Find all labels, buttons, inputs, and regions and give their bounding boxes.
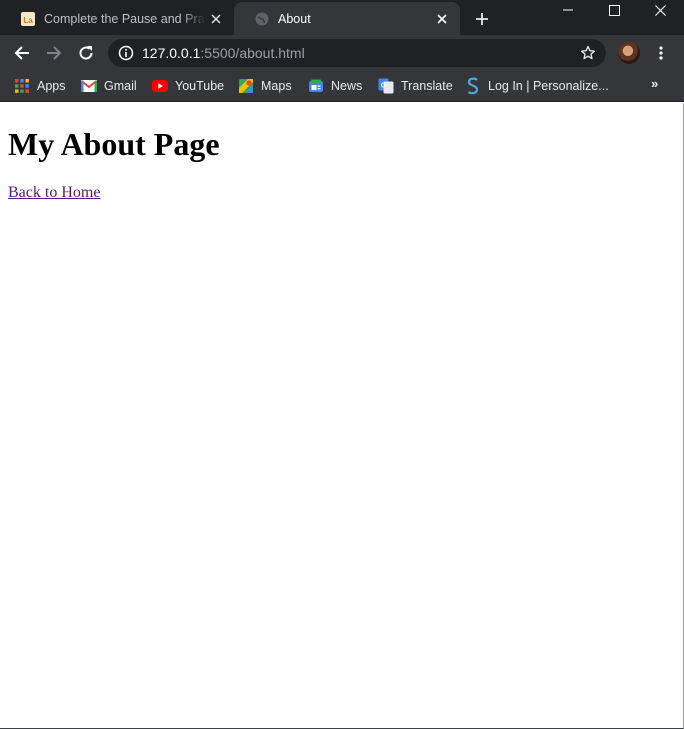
bookmark-label: Translate: [401, 79, 453, 93]
tab-about[interactable]: About: [234, 2, 460, 35]
globe-icon: [254, 11, 270, 27]
bookmark-apps[interactable]: Apps: [14, 76, 66, 96]
bookmark-label: News: [331, 79, 363, 93]
svg-text:G: G: [381, 83, 387, 90]
bookmark-label: Maps: [261, 79, 292, 93]
svg-text:La: La: [23, 16, 33, 25]
bookmark-gmail[interactable]: Gmail: [81, 76, 137, 96]
tab-title: Complete the Pause and Practi: [44, 11, 206, 26]
translate-icon: G: [378, 78, 394, 94]
tab-title: About: [278, 11, 311, 26]
bookmark-news[interactable]: News: [308, 76, 362, 96]
bookmark-label: Apps: [37, 79, 66, 93]
close-tab-icon[interactable]: [206, 9, 226, 29]
bookmark-label: YouTube: [175, 79, 225, 93]
site-info-icon[interactable]: [118, 45, 134, 61]
browser-toolbar: 127.0.0.1:5500/about.html: [0, 35, 684, 71]
back-to-home-link[interactable]: Back to Home: [8, 184, 100, 202]
new-tab-button[interactable]: [471, 8, 493, 30]
tab-complete-the-pause[interactable]: La Complete the Pause and Practi: [0, 2, 234, 35]
url-path: :5500/about.html: [200, 45, 305, 61]
back-button[interactable]: [8, 39, 36, 67]
youtube-icon: [152, 78, 168, 94]
url-host: 127.0.0.1: [142, 45, 201, 61]
bookmark-label: Gmail: [104, 79, 137, 93]
bookmark-translate[interactable]: G Translate: [378, 76, 453, 96]
page-viewport: My About Page Back to Home: [0, 103, 684, 729]
s-logo-icon: [465, 77, 481, 95]
gmail-icon: [81, 78, 97, 94]
reload-button[interactable]: [72, 39, 100, 67]
bookmark-label: Log In | Personalize...: [488, 79, 609, 93]
tab-strip: La Complete the Pause and Practi About: [0, 0, 684, 35]
profile-avatar[interactable]: [618, 42, 640, 64]
maps-icon: [238, 78, 254, 94]
la-icon: La: [20, 11, 36, 27]
close-window-button[interactable]: [637, 0, 683, 20]
page-heading: My About Page: [8, 126, 220, 162]
forward-button[interactable]: [40, 39, 68, 67]
bookmark-log-in[interactable]: Log In | Personalize...: [465, 76, 609, 96]
more-bookmarks-chevron-icon[interactable]: »: [651, 76, 658, 91]
bookmark-youtube[interactable]: YouTube: [152, 76, 224, 96]
news-icon: [308, 78, 324, 94]
apps-grid-icon: [14, 78, 30, 94]
minimize-button[interactable]: [545, 0, 591, 20]
bookmark-star-icon[interactable]: [580, 45, 596, 61]
kebab-menu-icon[interactable]: [651, 43, 671, 63]
address-bar[interactable]: 127.0.0.1:5500/about.html: [108, 39, 606, 67]
close-tab-icon[interactable]: [432, 9, 452, 29]
url-text: 127.0.0.1:5500/about.html: [142, 45, 305, 61]
bookmarks-bar: Apps Gmail YouTube Maps News G Translate: [0, 71, 684, 102]
bookmark-maps[interactable]: Maps: [238, 76, 292, 96]
maximize-button[interactable]: [591, 0, 637, 20]
